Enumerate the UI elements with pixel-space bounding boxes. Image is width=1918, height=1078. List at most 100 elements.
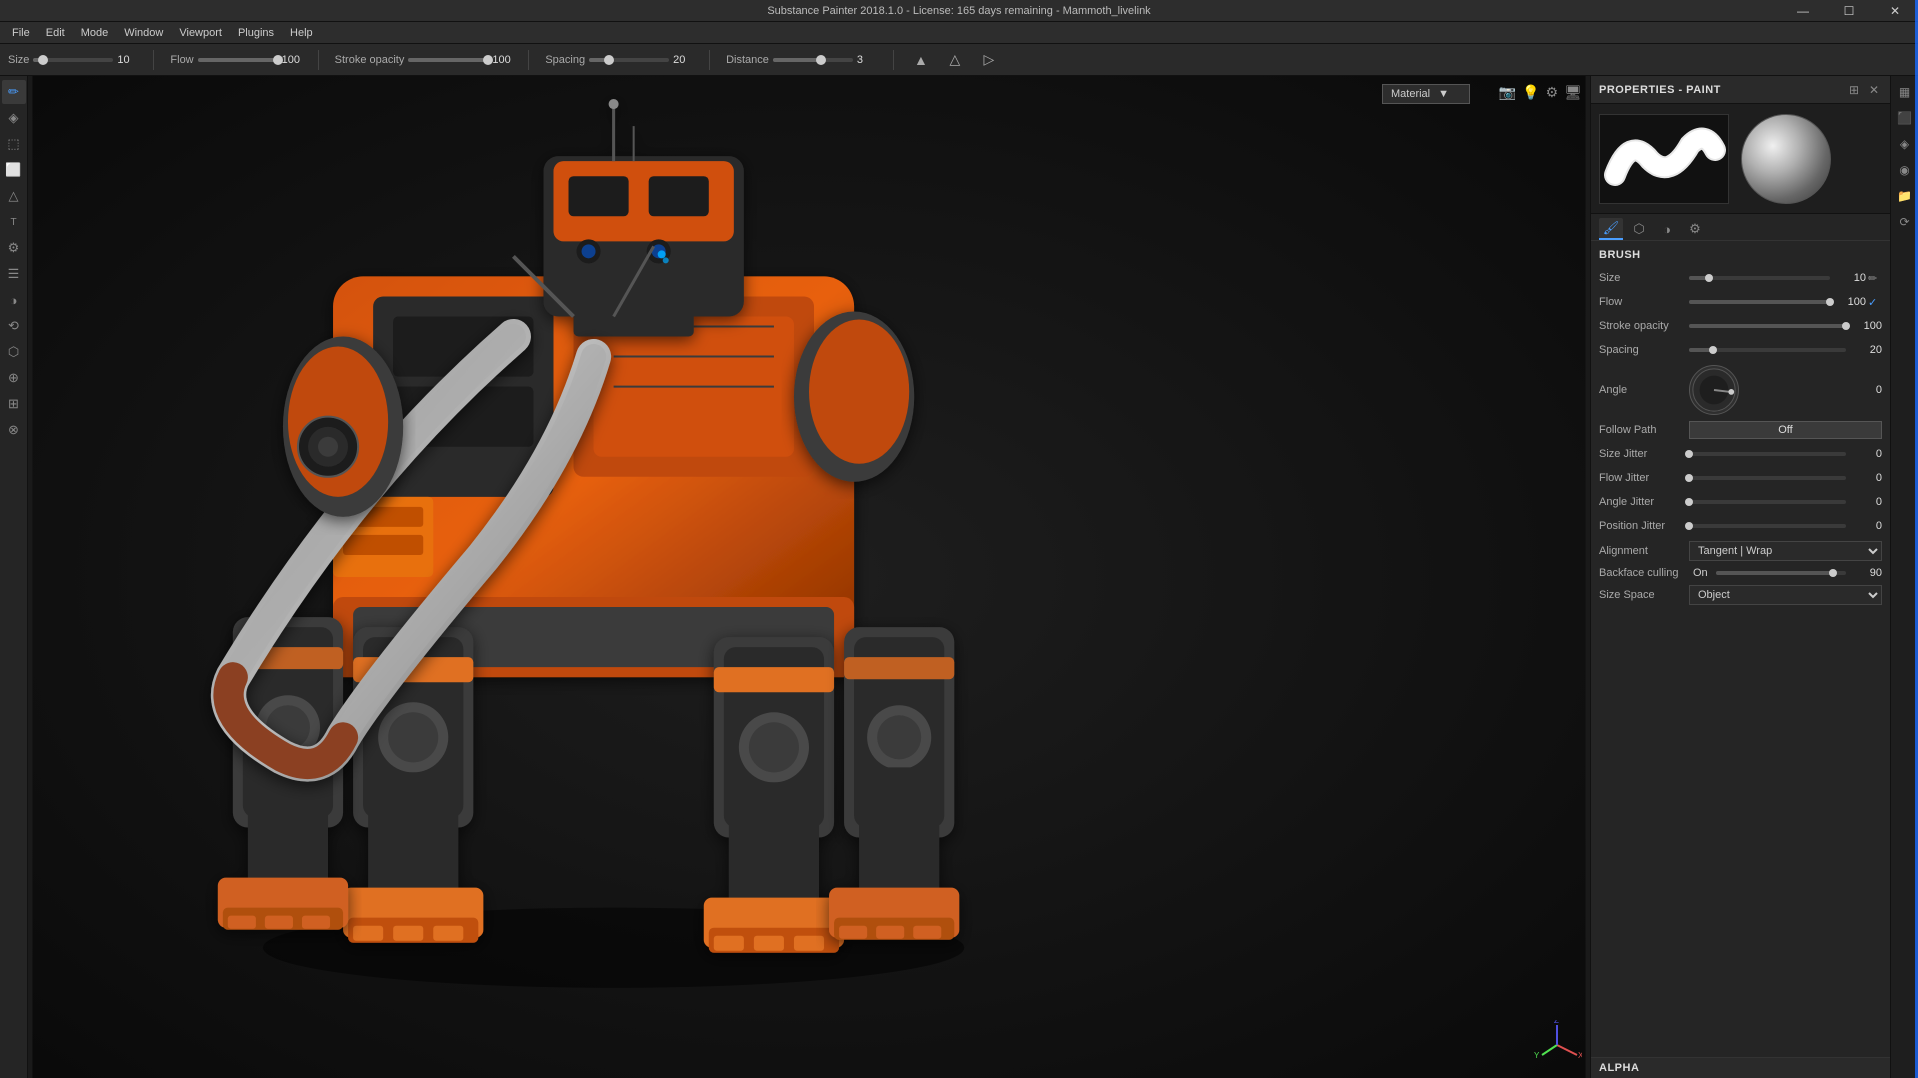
flow-prop-slider[interactable]: [1689, 300, 1830, 304]
spacing-slider[interactable]: [589, 58, 669, 62]
menu-edit[interactable]: Edit: [38, 25, 73, 41]
panel-display[interactable]: ◉: [1893, 158, 1917, 182]
brush-tab-alpha[interactable]: ⬡: [1627, 218, 1651, 240]
angle-dial[interactable]: [1689, 365, 1739, 415]
viewport-icon-settings[interactable]: ⚙: [1546, 84, 1559, 101]
tool-selection[interactable]: ⬡: [2, 340, 26, 364]
flow-slider[interactable]: [198, 58, 278, 62]
alignment-select[interactable]: Tangent | Wrap: [1689, 541, 1882, 561]
panel-texture[interactable]: ⬛: [1893, 106, 1917, 130]
menu-mode[interactable]: Mode: [73, 25, 117, 41]
tool-picker[interactable]: ⊕: [2, 366, 26, 390]
tool-transform[interactable]: ⟲: [2, 314, 26, 338]
follow-path-dropdown[interactable]: Off: [1689, 421, 1882, 439]
divider-3: [528, 50, 529, 70]
brush-tab-paint[interactable]: 🖌: [1599, 218, 1623, 240]
divider-5: [893, 50, 894, 70]
alignment-row: Alignment Tangent | Wrap: [1599, 541, 1882, 561]
menu-help[interactable]: Help: [282, 25, 321, 41]
toolbar: Size 10 Flow 100 Stroke opacity 100 Spac…: [0, 44, 1918, 76]
stroke-opacity-label: Stroke opacity: [335, 54, 405, 66]
size-prop-slider[interactable]: [1689, 276, 1830, 280]
toolbar-nav-icon-1[interactable]: ▲: [910, 49, 932, 71]
maximize-button[interactable]: ☐: [1826, 0, 1872, 22]
angle-jitter-slider[interactable]: [1689, 500, 1846, 504]
size-jitter-value: 0: [1850, 448, 1882, 460]
brush-sphere-preview: [1741, 114, 1831, 204]
menu-viewport[interactable]: Viewport: [171, 25, 230, 41]
brush-tabs: 🖌 ⬡ ◑ ⚙: [1591, 214, 1890, 241]
flow-jitter-value: 0: [1850, 472, 1882, 484]
tool-ruler[interactable]: ⊞: [2, 392, 26, 416]
alpha-section-header[interactable]: ALPHA: [1591, 1057, 1890, 1078]
spacing-row: Spacing 20: [1599, 341, 1882, 359]
angle-prop-value: 0: [1850, 384, 1882, 396]
spacing-value: 20: [673, 54, 693, 66]
position-jitter-value: 0: [1850, 520, 1882, 532]
stroke-opacity-slider[interactable]: [408, 58, 488, 62]
tool-eraser[interactable]: ⬚: [2, 132, 26, 156]
panel-layers[interactable]: ▦: [1893, 80, 1917, 104]
panel-history[interactable]: ⟳: [1893, 210, 1917, 234]
size-edit-icon[interactable]: ✏: [1868, 272, 1882, 285]
tool-extra[interactable]: ⊗: [2, 418, 26, 442]
tool-geometry[interactable]: △: [2, 184, 26, 208]
flow-check-icon[interactable]: ✓: [1868, 296, 1882, 309]
distance-slider[interactable]: [773, 58, 853, 62]
toolbar-nav-icon-2[interactable]: △: [944, 49, 966, 71]
flow-row: Flow 100 ✓: [1599, 293, 1882, 311]
tool-mask[interactable]: ◑: [2, 288, 26, 312]
flow-jitter-slider[interactable]: [1689, 476, 1846, 480]
menu-file[interactable]: File: [4, 25, 38, 41]
backface-culling-slider[interactable]: [1716, 571, 1846, 575]
title-bar: Substance Painter 2018.1.0 - License: 16…: [0, 0, 1918, 22]
size-prop-label: Size: [1599, 272, 1689, 284]
panel-close-btn[interactable]: ✕: [1866, 82, 1882, 98]
tool-layers[interactable]: ☰: [2, 262, 26, 286]
size-space-select[interactable]: Object: [1689, 585, 1882, 605]
viewport-render: [28, 76, 1590, 1078]
brush-tab-settings[interactable]: ⚙: [1683, 218, 1707, 240]
menu-window[interactable]: Window: [116, 25, 171, 41]
flow-prop-label: Flow: [1599, 296, 1689, 308]
minimize-button[interactable]: —: [1780, 0, 1826, 22]
stroke-opacity-prop-slider[interactable]: [1689, 324, 1846, 328]
viewport-icon-display[interactable]: 🖥: [1564, 84, 1582, 101]
tool-fill[interactable]: ⬜: [2, 158, 26, 182]
toolbar-nav-icon-3[interactable]: ▷: [978, 49, 1000, 71]
tool-smudge[interactable]: ◈: [2, 106, 26, 130]
left-sidebar: ✏ ◈ ⬚ ⬜ △ T ⚙ ☰ ◑ ⟲ ⬡ ⊕ ⊞ ⊗: [0, 76, 28, 1078]
viewport[interactable]: 📷 💡 ⚙ 🖥 Material ▼ X Y Z: [28, 76, 1590, 1078]
flow-label: Flow: [170, 54, 193, 66]
panel-assets[interactable]: 📁: [1893, 184, 1917, 208]
tool-paint[interactable]: ✏: [2, 80, 26, 104]
size-slider[interactable]: [33, 58, 113, 62]
viewport-icon-camera[interactable]: 📷: [1499, 84, 1516, 101]
svg-text:Y: Y: [1534, 1051, 1540, 1060]
stroke-opacity-prop-value: 100: [1850, 320, 1882, 332]
panel-bake[interactable]: ◈: [1893, 132, 1917, 156]
brush-stroke-preview: [1599, 114, 1729, 204]
close-button[interactable]: ✕: [1872, 0, 1918, 22]
spacing-prop-slider[interactable]: [1689, 348, 1846, 352]
flow-jitter-row: Flow Jitter 0: [1599, 469, 1882, 487]
position-jitter-slider[interactable]: [1689, 524, 1846, 528]
backface-culling-on: On: [1693, 567, 1708, 579]
tool-bake[interactable]: ⚙: [2, 236, 26, 260]
axes-indicator: X Y Z: [1532, 1020, 1582, 1070]
brush-tab-material[interactable]: ◑: [1655, 218, 1679, 240]
angle-row: Angle 0: [1599, 365, 1882, 415]
viewport-icon-light[interactable]: 💡: [1522, 84, 1539, 101]
alignment-label: Alignment: [1599, 545, 1689, 557]
spacing-label: Spacing: [545, 54, 585, 66]
size-jitter-slider[interactable]: [1689, 452, 1846, 456]
window-controls: — ☐ ✕: [1780, 0, 1918, 22]
menu-plugins[interactable]: Plugins: [230, 25, 282, 41]
viewport-mode-dropdown[interactable]: Material ▼: [1382, 84, 1470, 104]
tool-text[interactable]: T: [2, 210, 26, 234]
panel-controls: ⊞ ✕: [1846, 82, 1882, 98]
viewport-mode-chevron: ▼: [1438, 88, 1449, 100]
panel-expand-btn[interactable]: ⊞: [1846, 82, 1862, 98]
toolbar-stroke-group: Stroke opacity 100: [335, 54, 513, 66]
brush-section-title: BRUSH: [1599, 249, 1882, 261]
